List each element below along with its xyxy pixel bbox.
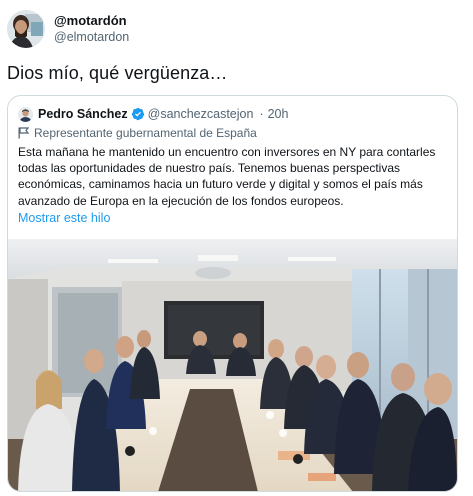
- author-handle[interactable]: @elmotardon: [54, 29, 129, 46]
- quoted-timestamp[interactable]: 20h: [268, 107, 289, 121]
- quoted-author-avatar[interactable]: [18, 106, 33, 122]
- quoted-author-handle[interactable]: @sanchezcastejon: [148, 107, 254, 121]
- government-label[interactable]: Representante gubernamental de España: [18, 126, 257, 140]
- quoted-tweet-header: Pedro Sánchez @sanchezcastejon · 20h: [18, 106, 288, 122]
- verified-badge-icon: [131, 107, 144, 121]
- quoted-tweet[interactable]: Pedro Sánchez @sanchezcastejon · 20h Rep…: [7, 95, 458, 492]
- quoted-tweet-text: Esta mañana he mantenido un encuentro co…: [18, 145, 436, 208]
- author-name[interactable]: @motardón: [54, 13, 129, 29]
- author-avatar[interactable]: [7, 10, 45, 48]
- tweet-text: Dios mío, qué vergüenza…: [7, 63, 228, 83]
- show-thread-link[interactable]: Mostrar este hilo: [18, 211, 110, 225]
- quoted-author-name[interactable]: Pedro Sánchez: [38, 107, 128, 121]
- header-separator: ·: [259, 107, 264, 121]
- meeting-photo[interactable]: [8, 239, 457, 491]
- government-label-text: Representante gubernamental de España: [34, 126, 257, 140]
- flag-icon: [18, 127, 29, 139]
